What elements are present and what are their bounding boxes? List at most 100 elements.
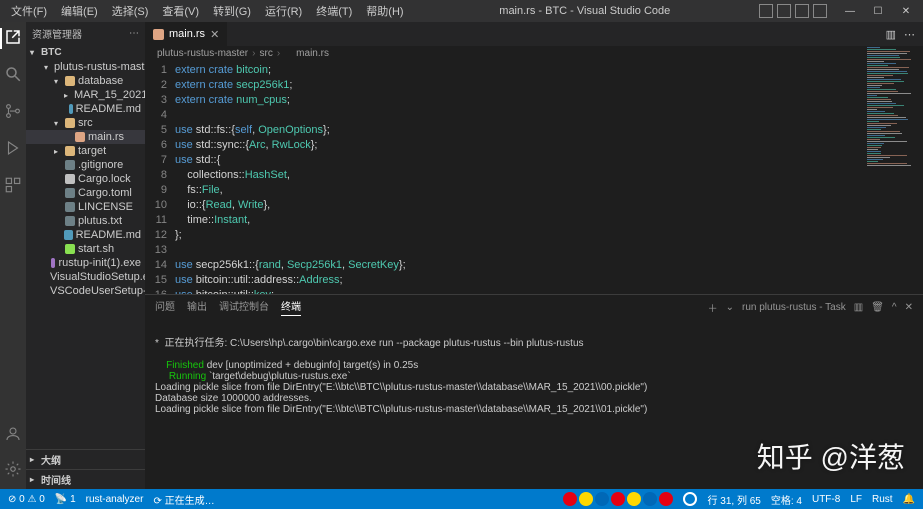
menu-terminal[interactable]: 终端(T) xyxy=(309,0,359,22)
status-lang[interactable]: Rust xyxy=(872,494,893,505)
status-analyzer[interactable]: rust-analyzer xyxy=(86,494,144,505)
rust-file-icon xyxy=(284,49,293,58)
bottom-panel: 问题 输出 调试控制台 终端 ＋ ⌄ run plutus-rustus - T… xyxy=(145,294,923,489)
menu-go[interactable]: 转到(G) xyxy=(206,0,258,22)
split-terminal-icon[interactable]: ▥ xyxy=(854,302,863,313)
tab-main-rs[interactable]: main.rs ✕ xyxy=(145,22,228,46)
close-button[interactable]: ✕ xyxy=(893,6,919,17)
root-label: BTC xyxy=(41,47,62,58)
maximize-button[interactable]: ☐ xyxy=(865,6,891,17)
menu-bar: 文件(F) 编辑(E) 选择(S) 查看(V) 转到(G) 运行(R) 终端(T… xyxy=(4,0,411,22)
tab-problems[interactable]: 问题 xyxy=(155,298,175,316)
close-tab-icon[interactable]: ✕ xyxy=(210,28,219,41)
tree-item[interactable]: Cargo.lock xyxy=(26,172,145,186)
activity-search[interactable] xyxy=(4,65,22,86)
menu-help[interactable]: 帮助(H) xyxy=(359,0,410,22)
line-gutter: 1234567891011121314151617181920212223 24… xyxy=(145,61,171,294)
tab-terminal[interactable]: 终端 xyxy=(281,298,301,316)
activity-scm[interactable] xyxy=(4,102,22,123)
menu-edit[interactable]: 编辑(E) xyxy=(54,0,105,22)
split-editor-icon[interactable]: ▥ xyxy=(886,28,896,41)
tab-bar: main.rs ✕ ▥ ⋯ xyxy=(145,22,923,46)
title-bar: 文件(F) 编辑(E) 选择(S) 查看(V) 转到(G) 运行(R) 终端(T… xyxy=(0,0,923,22)
tab-output[interactable]: 输出 xyxy=(187,298,207,316)
outline-label: 大纲 xyxy=(41,452,61,467)
menu-run[interactable]: 运行(R) xyxy=(258,0,309,22)
crumb-1[interactable]: src xyxy=(259,48,272,59)
new-terminal-icon[interactable]: ＋ xyxy=(708,300,718,315)
menu-select[interactable]: 选择(S) xyxy=(105,0,156,22)
close-panel-icon[interactable]: ✕ xyxy=(905,302,913,313)
face-icon[interactable] xyxy=(683,492,697,506)
status-port[interactable]: 📡 1 xyxy=(55,494,76,505)
more-tab-icon[interactable]: ⋯ xyxy=(904,28,915,41)
minimize-button[interactable]: — xyxy=(837,6,863,17)
window-controls: — ☐ ✕ xyxy=(837,6,919,17)
tree-item[interactable]: rustup-init(1).exe xyxy=(26,256,145,270)
more-icon[interactable]: ⋯ xyxy=(129,28,139,39)
sidebar-title: 资源管理器 ⋯ xyxy=(26,22,145,45)
terminal-dropdown-icon[interactable]: ⌄ xyxy=(726,302,734,313)
activity-run[interactable] xyxy=(4,139,22,160)
status-lncol[interactable]: 行 31, 列 65 xyxy=(707,492,760,507)
tree-item[interactable]: ▾database xyxy=(26,74,145,88)
tree-item[interactable]: ▸MAR_15_2021 xyxy=(26,88,145,102)
menu-file[interactable]: 文件(F) xyxy=(4,0,54,22)
timeline-section[interactable]: ▸时间线 xyxy=(26,469,145,489)
activity-bar xyxy=(0,22,26,489)
tree-item[interactable]: Cargo.toml xyxy=(26,186,145,200)
status-eol[interactable]: LF xyxy=(850,494,862,505)
activity-extensions[interactable] xyxy=(4,176,22,197)
kill-terminal-icon[interactable]: 🗑 xyxy=(871,302,884,313)
crumb-0[interactable]: plutus-rustus-master xyxy=(157,48,248,59)
panel-tabs: 问题 输出 调试控制台 终端 ＋ ⌄ run plutus-rustus - T… xyxy=(145,295,923,319)
toggle-sidebar-icon[interactable] xyxy=(759,4,773,18)
status-building[interactable]: ⟳ 正在生成… xyxy=(153,492,214,507)
tree-item[interactable]: ▸target xyxy=(26,144,145,158)
sidebar-root[interactable]: ▾BTC xyxy=(26,45,145,60)
window-title: main.rs - BTC - Visual Studio Code xyxy=(411,5,759,17)
status-bar: ⊘ 0 ⚠ 0 📡 1 rust-analyzer ⟳ 正在生成… 行 31, … xyxy=(0,489,923,509)
tree-item[interactable]: main.rs xyxy=(26,130,145,144)
tree-item[interactable]: start.sh xyxy=(26,242,145,256)
tree-item[interactable]: VisualStudioSetup.exe xyxy=(26,270,145,284)
sidebar: 资源管理器 ⋯ ▾BTC ▾plutus-rustus-master▾datab… xyxy=(26,22,145,489)
toggle-panel-icon[interactable] xyxy=(777,4,791,18)
tab-debug[interactable]: 调试控制台 xyxy=(219,298,269,316)
activity-account[interactable] xyxy=(4,425,22,446)
tree-item[interactable]: README.md xyxy=(26,228,145,242)
terminal-output[interactable]: * 正在执行任务: C:\Users\hp\.cargo\bin\cargo.e… xyxy=(145,319,923,430)
breadcrumb[interactable]: plutus-rustus-master› src› main.rs xyxy=(145,46,923,61)
code-content[interactable]: extern crate bitcoin; extern crate secp2… xyxy=(171,61,923,294)
editor-area: main.rs ✕ ▥ ⋯ plutus-rustus-master› src›… xyxy=(145,22,923,489)
tree-item[interactable]: ▾src xyxy=(26,116,145,130)
tab-label: main.rs xyxy=(169,28,205,40)
tree-item[interactable]: VSCodeUserSetup-x64-1.73.1.exe xyxy=(26,284,145,298)
tree-item[interactable]: plutus.txt xyxy=(26,214,145,228)
maximize-panel-icon[interactable]: ^ xyxy=(892,302,897,313)
code-editor[interactable]: 1234567891011121314151617181920212223 24… xyxy=(145,61,923,294)
lottery-balls xyxy=(563,492,673,506)
file-tree: ▾plutus-rustus-master▾database▸MAR_15_20… xyxy=(26,60,145,449)
terminal-task-label[interactable]: run plutus-rustus - Task xyxy=(742,302,846,313)
customize-layout-icon[interactable] xyxy=(813,4,827,18)
status-bell-icon[interactable]: 🔔 xyxy=(903,494,915,505)
crumb-2[interactable]: main.rs xyxy=(296,48,329,59)
tree-item[interactable]: .gitignore xyxy=(26,158,145,172)
status-spaces[interactable]: 空格: 4 xyxy=(771,492,802,507)
explorer-label: 资源管理器 xyxy=(32,26,82,41)
tree-item[interactable]: README.md xyxy=(26,102,145,116)
timeline-label: 时间线 xyxy=(41,472,71,487)
menu-view[interactable]: 查看(V) xyxy=(155,0,206,22)
toggle-secondary-icon[interactable] xyxy=(795,4,809,18)
layout-controls[interactable] xyxy=(759,4,827,18)
outline-section[interactable]: ▸大纲 xyxy=(26,449,145,469)
rust-file-icon xyxy=(153,29,164,40)
status-errors[interactable]: ⊘ 0 ⚠ 0 xyxy=(8,494,45,505)
activity-explorer[interactable] xyxy=(0,28,22,49)
minimap[interactable] xyxy=(863,46,923,286)
status-encoding[interactable]: UTF-8 xyxy=(812,494,840,505)
tree-item[interactable]: LINCENSE xyxy=(26,200,145,214)
activity-settings[interactable] xyxy=(4,460,22,481)
tree-item[interactable]: ▾plutus-rustus-master xyxy=(26,60,145,74)
